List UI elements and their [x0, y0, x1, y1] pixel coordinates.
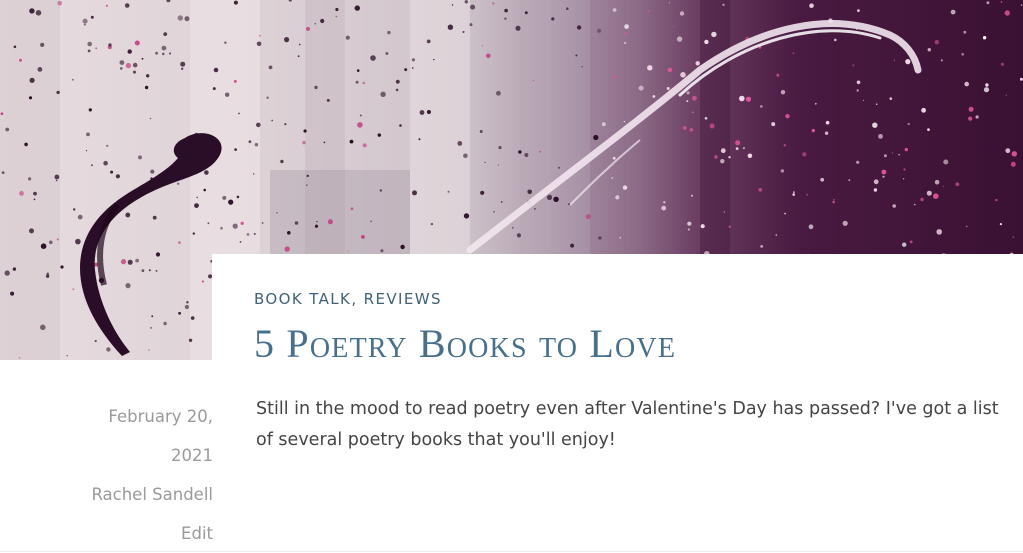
post-date-line-2[interactable]: 2021	[13, 436, 213, 475]
post-categories: Book Talk, Reviews	[254, 290, 442, 308]
post-date-line-1[interactable]: February 20,	[13, 397, 213, 436]
post-author[interactable]: Rachel Sandell	[13, 475, 213, 514]
divider	[0, 551, 1023, 552]
post-title[interactable]: 5 Poetry Books to Love	[254, 320, 676, 367]
blog-post-preview: Book Talk, Reviews 5 Poetry Books to Lov…	[0, 0, 1023, 553]
post-card: Book Talk, Reviews 5 Poetry Books to Lov…	[212, 254, 1023, 553]
edit-link[interactable]: Edit	[181, 524, 213, 543]
post-meta: February 20, 2021 Rachel Sandell Edit	[13, 397, 213, 553]
category-separator: ,	[351, 290, 364, 308]
post-excerpt: Still in the mood to read poetry even af…	[256, 399, 999, 450]
category-link-reviews[interactable]: Reviews	[364, 290, 442, 308]
category-link-book-talk[interactable]: Book Talk	[254, 290, 351, 308]
